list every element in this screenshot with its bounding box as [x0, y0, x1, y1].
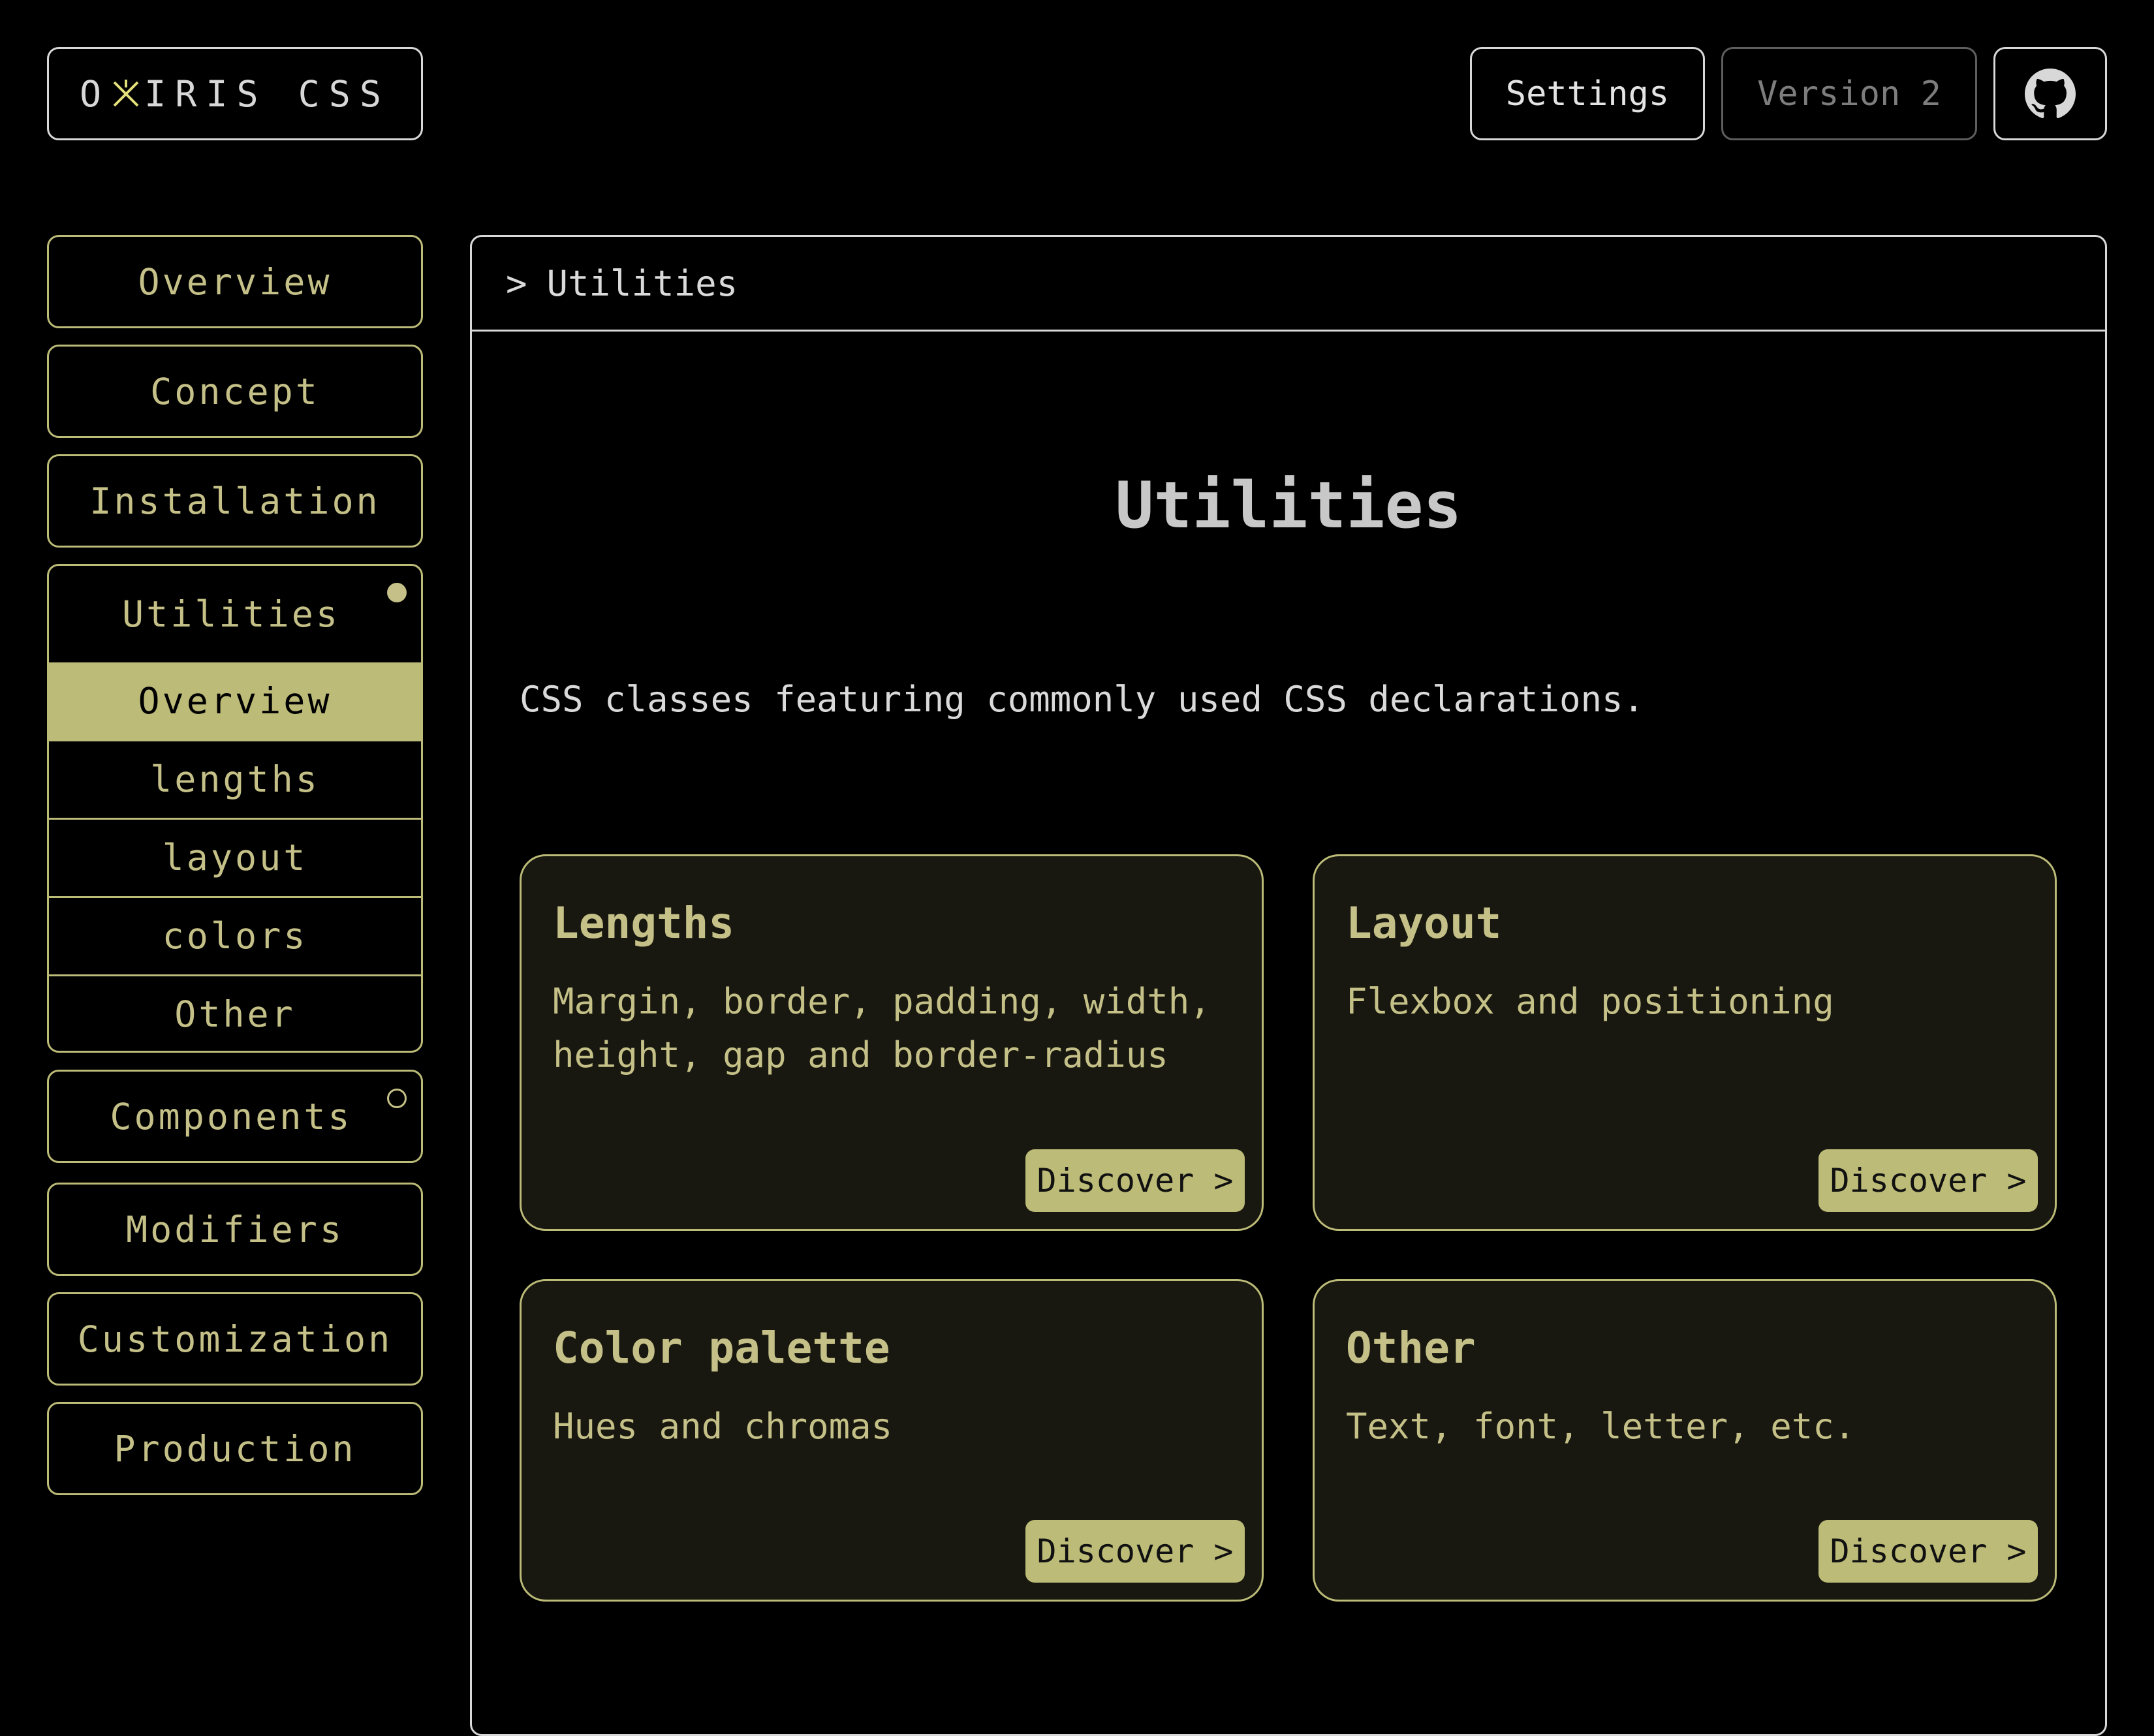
- sidebar-item-installation[interactable]: Installation: [47, 454, 423, 548]
- github-button[interactable]: [1993, 47, 2107, 140]
- sidebar-subitem-lengths[interactable]: lengths: [49, 739, 421, 816]
- sidebar-item-overview[interactable]: Overview: [47, 235, 423, 328]
- breadcrumb: > Utilities: [472, 237, 2105, 332]
- version-label: Version 2: [1757, 74, 1941, 114]
- card-color-palette: Color palette Hues and chromas Discover …: [520, 1279, 1264, 1602]
- settings-button[interactable]: Settings: [1470, 47, 1705, 140]
- logo-prefix: O: [79, 72, 111, 115]
- expanded-indicator-icon: [387, 583, 407, 602]
- card-text: Text, font, letter, etc.: [1346, 1406, 1856, 1447]
- sidebar-subitem-label: Overview: [138, 680, 332, 722]
- discover-button[interactable]: Discover >: [1025, 1149, 1245, 1212]
- discover-button[interactable]: Discover >: [1025, 1520, 1245, 1583]
- sidebar-subitem-overview[interactable]: Overview: [49, 662, 421, 739]
- card-title: Other: [1346, 1323, 1476, 1373]
- sidebar-item-concept[interactable]: Concept: [47, 345, 423, 438]
- sidebar-item-modifiers[interactable]: Modifiers: [47, 1183, 423, 1276]
- sidebar-item-label: Installation: [89, 480, 381, 522]
- sidebar-item-label: Utilities: [121, 593, 340, 635]
- logo-text: O IRIS CSS: [80, 73, 390, 115]
- page-description: CSS classes featuring commonly used CSS …: [520, 679, 1645, 720]
- breadcrumb-chevron-icon: >: [506, 262, 527, 304]
- sidebar-group-utilities: Utilities Overview lengths layout colors…: [47, 564, 423, 1053]
- sidebar-item-label: Overview: [138, 260, 332, 303]
- sidebar-item-components[interactable]: Components: [47, 1070, 423, 1163]
- logo-mark-icon: [113, 79, 139, 106]
- collapsed-indicator-icon: [387, 1089, 407, 1108]
- logo[interactable]: O IRIS CSS: [47, 47, 423, 140]
- card-layout: Layout Flexbox and positioning Discover …: [1313, 854, 2057, 1231]
- card-text: Flexbox and positioning: [1346, 981, 1834, 1022]
- version-button[interactable]: Version 2: [1721, 47, 1977, 140]
- sidebar-subitem-other[interactable]: Other: [49, 974, 421, 1051]
- sidebar-item-utilities[interactable]: Utilities: [49, 566, 421, 662]
- sidebar-item-label: Components: [110, 1095, 352, 1138]
- breadcrumb-current[interactable]: Utilities: [547, 263, 738, 304]
- card-other: Other Text, font, letter, etc. Discover …: [1313, 1279, 2057, 1602]
- card-text: Margin, border, padding, width, height, …: [553, 981, 1211, 1076]
- sidebar-subitem-label: layout: [162, 836, 308, 878]
- sidebar-subitem-colors[interactable]: colors: [49, 896, 421, 973]
- settings-label: Settings: [1505, 74, 1670, 114]
- card-title: Lengths: [553, 898, 735, 948]
- sidebar-item-label: Customization: [77, 1318, 393, 1360]
- sidebar-item-label: Concept: [150, 370, 320, 412]
- page-title: Utilities: [1115, 469, 1462, 543]
- sidebar-item-label: Production: [114, 1427, 356, 1470]
- sidebar-subitem-label: Other: [174, 993, 296, 1035]
- discover-button[interactable]: Discover >: [1818, 1149, 2038, 1212]
- sidebar-subitem-label: lengths: [150, 758, 320, 800]
- card-lengths: Lengths Margin, border, padding, width, …: [520, 854, 1264, 1231]
- card-title: Layout: [1346, 898, 1502, 948]
- logo-suffix: IRIS CSS: [144, 72, 391, 115]
- sidebar-item-label: Modifiers: [125, 1208, 344, 1250]
- sidebar-subitem-label: colors: [162, 914, 308, 957]
- discover-button[interactable]: Discover >: [1818, 1520, 2038, 1583]
- github-icon: [2025, 68, 2076, 118]
- card-text: Hues and chromas: [553, 1406, 893, 1447]
- sidebar-item-customization[interactable]: Customization: [47, 1292, 423, 1386]
- sidebar-item-production[interactable]: Production: [47, 1402, 423, 1495]
- card-title: Color palette: [553, 1323, 890, 1373]
- sidebar-subitem-layout[interactable]: layout: [49, 818, 421, 895]
